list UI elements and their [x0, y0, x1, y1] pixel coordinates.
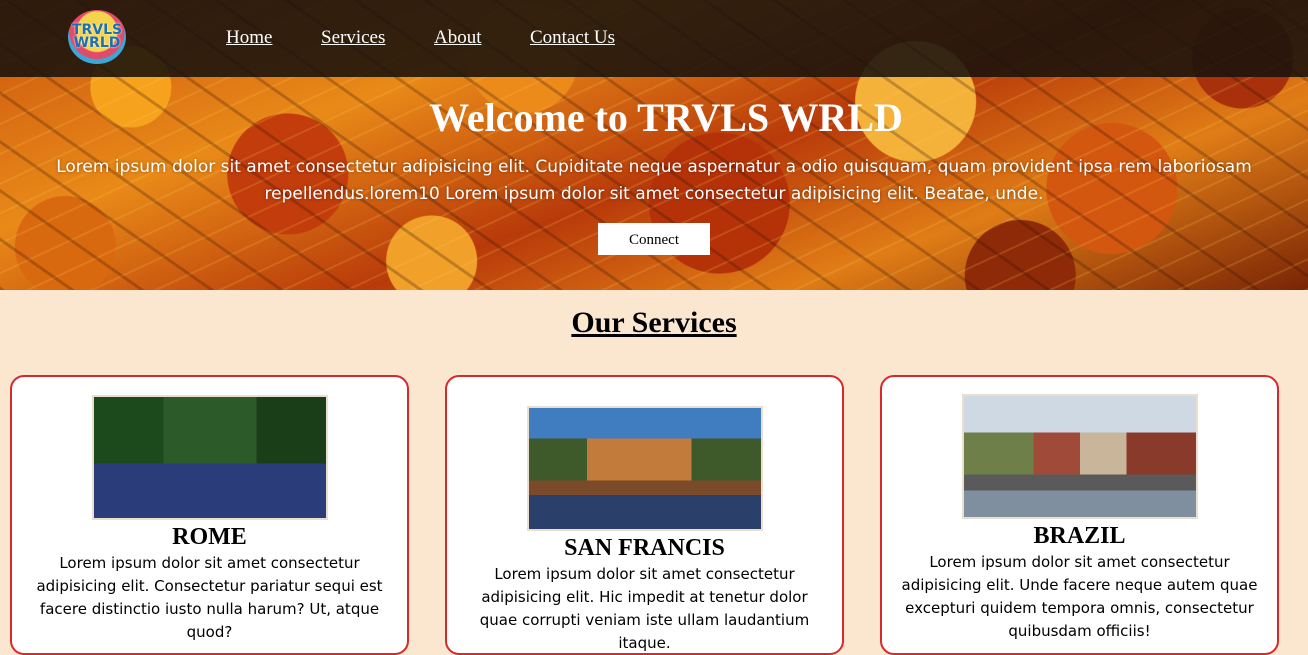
logo-line-2: WRLD [73, 35, 121, 51]
hero-section: TRVLS WRLD Home Services About Contact U… [0, 0, 1308, 290]
hero-text: Lorem ipsum dolor sit amet consectetur a… [56, 157, 1252, 204]
connect-button[interactable]: Connect [598, 223, 710, 255]
nav-link-services[interactable]: Services [321, 27, 385, 49]
service-card-rome: ROME Lorem ipsum dolor sit amet consecte… [10, 375, 409, 655]
service-image-san-francis [526, 406, 763, 531]
nav-link-about[interactable]: About [434, 27, 482, 49]
service-card-text: Lorem ipsum dolor sit amet consectetur a… [479, 565, 810, 652]
hero-title: Welcome to TRVLS WRLD [429, 95, 903, 140]
nav-link-contact[interactable]: Contact Us [530, 27, 615, 49]
service-card-title: ROME [172, 524, 247, 550]
service-image-brazil [961, 394, 1198, 519]
service-card-text: Lorem ipsum dolor sit amet consectetur a… [36, 554, 383, 641]
logo[interactable]: TRVLS WRLD [68, 10, 126, 64]
service-card-brazil: BRAZIL Lorem ipsum dolor sit amet consec… [880, 375, 1279, 655]
service-card-title: BRAZIL [1033, 523, 1126, 549]
service-card-text: Lorem ipsum dolor sit amet consectetur a… [901, 553, 1258, 640]
service-card-title: SAN FRANCIS [564, 535, 725, 561]
navbar: TRVLS WRLD Home Services About Contact U… [0, 0, 1308, 77]
service-card-san-francis: SAN FRANCIS Lorem ipsum dolor sit amet c… [445, 375, 844, 655]
nav-link-home[interactable]: Home [226, 27, 272, 49]
service-image-rome [91, 395, 328, 520]
services-title: Our Services [571, 306, 737, 339]
hero-content: Welcome to TRVLS WRLD Lorem ipsum dolor … [0, 96, 1308, 255]
